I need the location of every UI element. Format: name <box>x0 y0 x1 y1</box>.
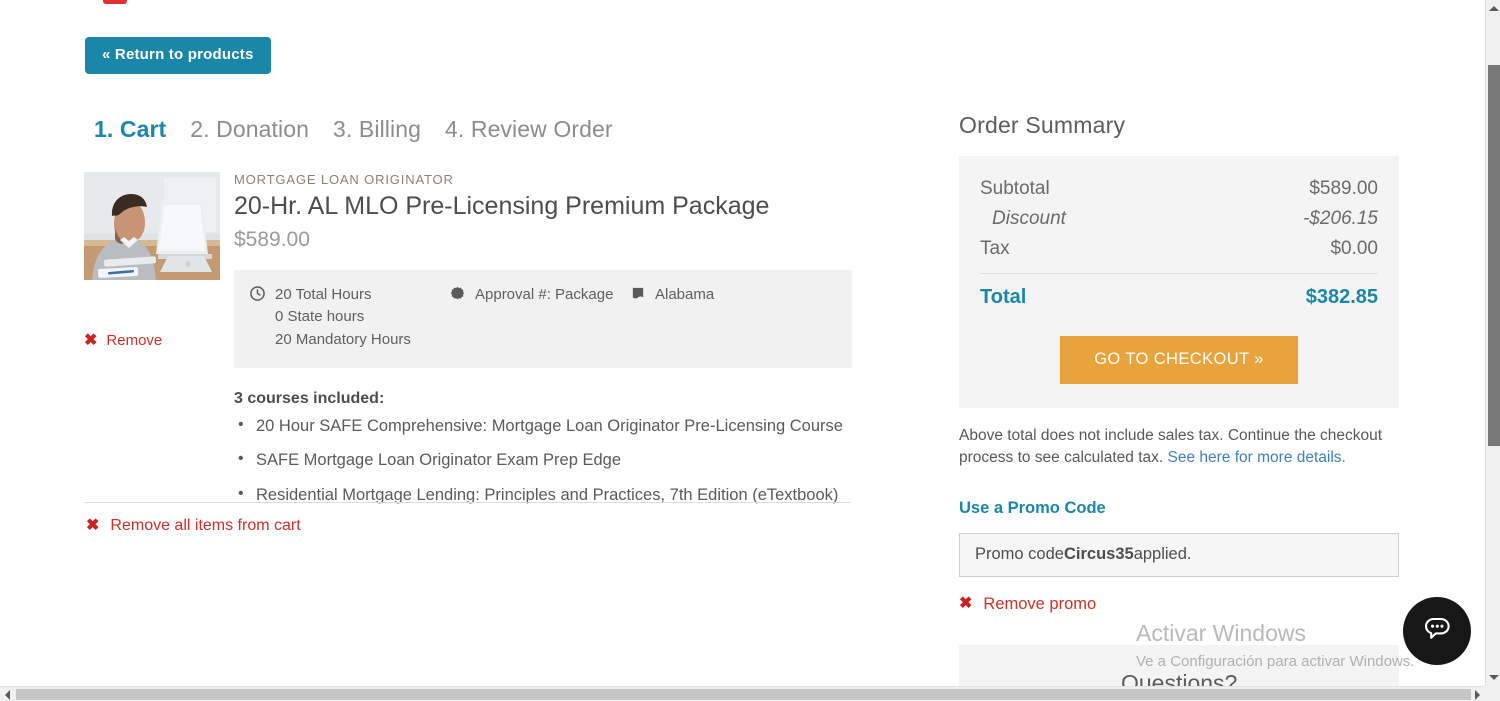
promo-code-applied-box[interactable]: Promo code Circus35 applied. <box>959 532 1399 577</box>
courses-included-heading: 3 courses included: <box>234 389 385 407</box>
meta-state-label: Alabama <box>655 285 715 303</box>
x-close-icon: ✖ <box>86 517 100 534</box>
vertical-scrollbar[interactable] <box>1485 0 1500 686</box>
scroll-left-arrow-icon[interactable] <box>0 687 15 701</box>
scrollbar-corner <box>1485 686 1500 701</box>
product-thumbnail-image <box>84 172 220 280</box>
summary-total-label: Total <box>980 286 1027 308</box>
go-to-checkout-button[interactable]: GO TO CHECKOUT » <box>1060 336 1298 384</box>
step-donation[interactable]: 2. Donation <box>190 116 309 143</box>
tax-details-link[interactable]: See here for more details. <box>1168 449 1346 466</box>
x-close-icon: ✖ <box>84 331 98 349</box>
return-to-products-button[interactable]: « Return to products <box>85 37 271 74</box>
scroll-down-arrow-icon[interactable] <box>1486 669 1500 686</box>
course-list-item: 20 Hour SAFE Comprehensive: Mortgage Loa… <box>238 417 874 435</box>
product-category-label: MORTGAGE LOAN ORIGINATOR <box>234 172 454 187</box>
summary-discount-label: Discount <box>992 208 1066 229</box>
cart-item-row: ✖ Remove MORTGAGE LOAN ORIGINATOR 20-Hr.… <box>84 172 874 534</box>
remove-item-label: Remove <box>106 332 163 349</box>
promo-applied-suffix: applied. <box>1133 545 1192 564</box>
meta-state-group: Alabama <box>630 284 790 352</box>
course-list-item: SAFE Mortgage Loan Originator Exam Prep … <box>238 451 874 469</box>
summary-line-discount: Discount -$206.15 <box>980 208 1378 230</box>
questions-heading: Questions? <box>1121 670 1238 686</box>
summary-subtotal-value: $589.00 <box>1309 178 1378 199</box>
chat-bubble-icon <box>1420 613 1454 650</box>
meta-total-hours: 20 Total Hours <box>275 285 372 303</box>
summary-tax-label: Tax <box>980 238 1010 259</box>
remove-promo-link[interactable]: ✖ Remove promo <box>959 595 1399 614</box>
promo-applied-prefix: Promo code <box>975 545 1064 564</box>
cart-divider <box>84 502 851 503</box>
page-viewport: « Return to products 1. Cart 2. Donation… <box>0 0 1485 686</box>
meta-approval-label: Approval #: Package <box>475 285 614 303</box>
top-cutoff-fragment <box>103 0 127 4</box>
vertical-scrollbar-thumb[interactable] <box>1488 65 1500 446</box>
seal-icon <box>450 286 466 301</box>
step-review-order[interactable]: 4. Review Order <box>445 116 613 143</box>
clock-icon <box>250 285 266 301</box>
horizontal-scrollbar[interactable] <box>0 686 1500 701</box>
checkout-steps: 1. Cart 2. Donation 3. Billing 4. Review… <box>94 116 613 143</box>
step-billing[interactable]: 3. Billing <box>333 116 421 143</box>
promo-code-value: Circus35 <box>1063 545 1134 564</box>
cart-item-details: MORTGAGE LOAN ORIGINATOR 20-Hr. AL MLO P… <box>234 172 874 521</box>
summary-rule <box>980 273 1378 274</box>
browser-window: « Return to products 1. Cart 2. Donation… <box>0 0 1500 701</box>
watermark-title: Activar Windows <box>1136 620 1306 646</box>
summary-line-subtotal: Subtotal $589.00 <box>980 178 1378 200</box>
product-price: $589.00 <box>234 227 310 251</box>
chat-widget-button[interactable] <box>1403 597 1471 665</box>
scroll-up-arrow-icon[interactable] <box>1486 0 1500 17</box>
scroll-right-arrow-icon[interactable] <box>1470 687 1485 701</box>
remove-all-items-label: Remove all items from cart <box>110 517 301 534</box>
x-close-icon: ✖ <box>959 595 973 613</box>
summary-discount-value: -$206.15 <box>1302 208 1378 229</box>
order-summary-box: Subtotal $589.00 Discount -$206.15 Tax $… <box>959 156 1399 408</box>
meta-mandatory-hours: 20 Mandatory Hours <box>275 331 411 349</box>
remove-all-items-link[interactable]: ✖ Remove all items from cart <box>86 517 301 535</box>
summary-total-value: $382.85 <box>1305 286 1378 308</box>
meta-hours-group: 20 Total Hours 0 State hours 20 Mandator… <box>250 284 450 352</box>
remove-promo-label: Remove promo <box>983 594 1097 613</box>
product-title[interactable]: 20-Hr. AL MLO Pre-Licensing Premium Pack… <box>234 192 874 221</box>
summary-line-tax: Tax $0.00 <box>980 238 1378 260</box>
course-list-item: Residential Mortgage Lending: Principles… <box>238 486 874 504</box>
step-cart[interactable]: 1. Cart <box>94 116 166 143</box>
summary-line-total: Total $382.85 <box>980 286 1378 309</box>
cart-column: ✖ Remove MORTGAGE LOAN ORIGINATOR 20-Hr.… <box>84 172 874 534</box>
tax-disclaimer-note: Above total does not include sales tax. … <box>959 425 1387 470</box>
flag-icon <box>630 286 646 301</box>
horizontal-scrollbar-thumb[interactable] <box>16 689 1471 700</box>
summary-tax-value: $0.00 <box>1330 238 1378 259</box>
order-summary-title: Order Summary <box>959 112 1126 138</box>
cart-item-thumb-column: ✖ Remove <box>84 172 220 521</box>
meta-state-hours: 0 State hours <box>275 308 365 326</box>
remove-item-link[interactable]: ✖ Remove <box>84 332 220 349</box>
summary-subtotal-label: Subtotal <box>980 178 1050 199</box>
courses-included-list: 20 Hour SAFE Comprehensive: Mortgage Loa… <box>234 417 874 504</box>
order-summary-column: Order Summary Subtotal $589.00 Discount … <box>959 112 1399 614</box>
meta-hours-lines: 20 Total Hours 0 State hours 20 Mandator… <box>275 284 411 352</box>
meta-approval-group: Approval #: Package <box>450 284 630 352</box>
use-promo-code-link[interactable]: Use a Promo Code <box>959 499 1399 518</box>
product-meta-box: 20 Total Hours 0 State hours 20 Mandator… <box>234 269 852 368</box>
